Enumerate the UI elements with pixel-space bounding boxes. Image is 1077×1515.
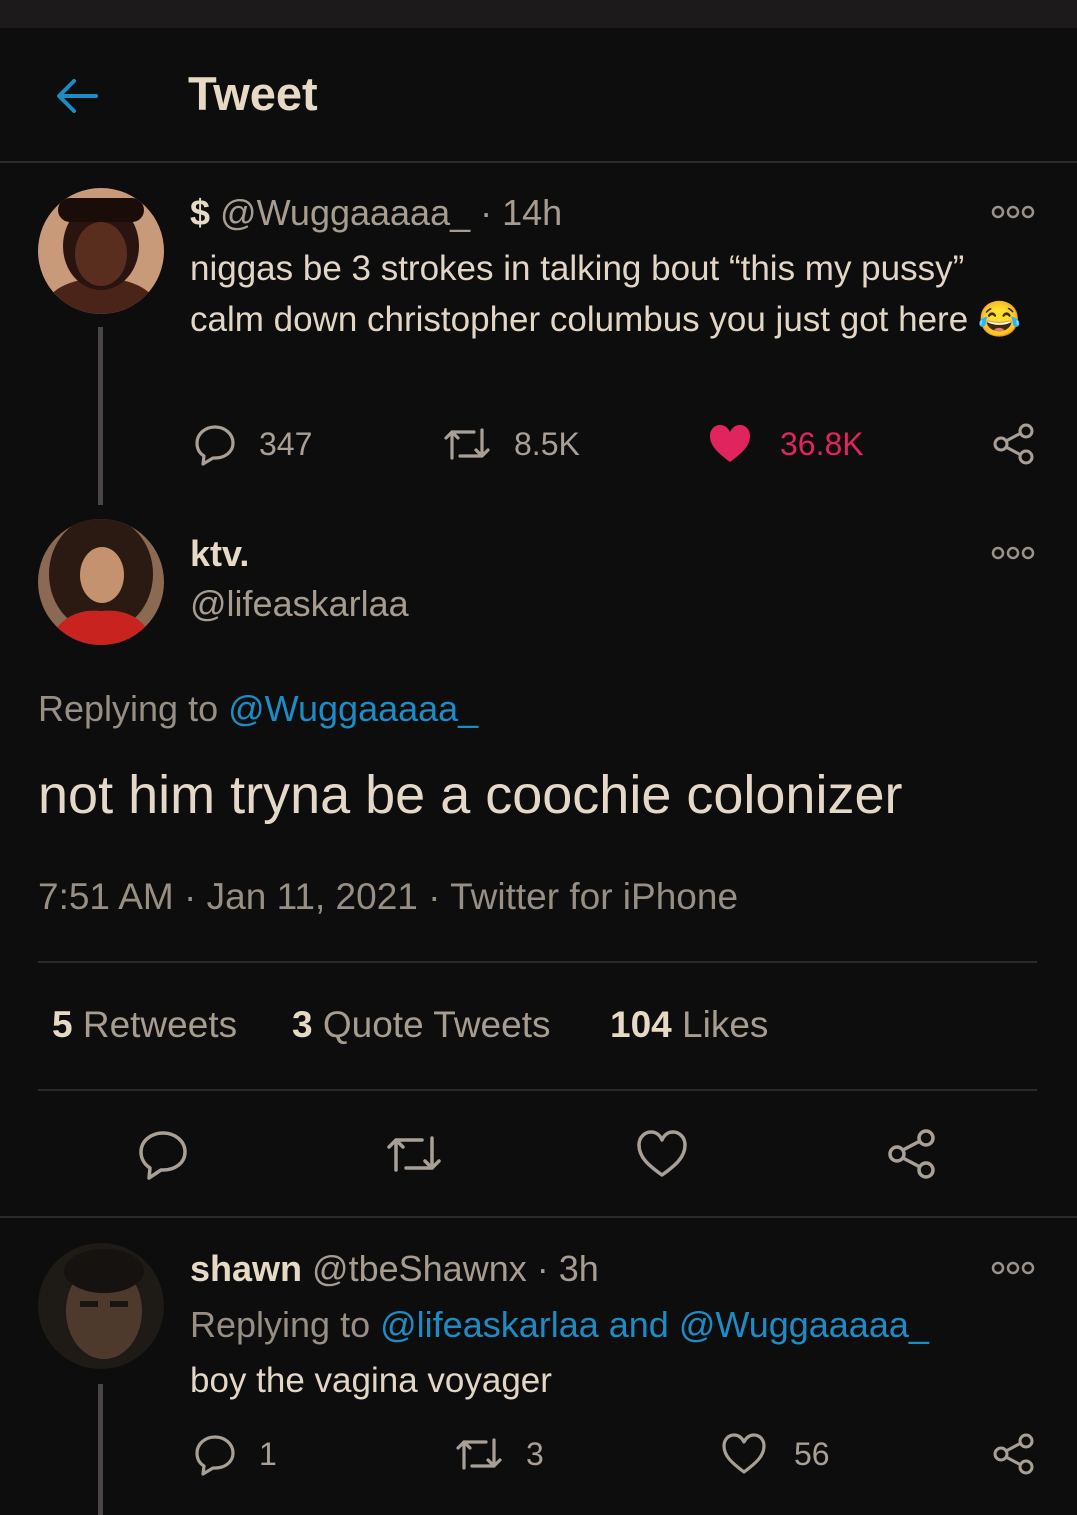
- date: Jan 11, 2021: [206, 876, 418, 917]
- quote-tweets-stat[interactable]: 3 Quote Tweets: [292, 1004, 550, 1046]
- display-name[interactable]: shawn: [190, 1248, 302, 1289]
- retweets-label: Retweets: [82, 1004, 238, 1045]
- display-name[interactable]: ktv.: [190, 533, 249, 575]
- like-count: 56: [794, 1435, 830, 1472]
- reply-icon[interactable]: [137, 1128, 189, 1180]
- separator: ·: [428, 876, 441, 917]
- quotes-count: 3: [292, 1004, 313, 1045]
- heart-icon[interactable]: [636, 1128, 688, 1180]
- main-tweet-text: not him tryna be a coochie colonizer: [38, 765, 903, 825]
- likes-count: 104: [610, 1004, 672, 1045]
- more-options-icon[interactable]: [990, 204, 1036, 220]
- tweet-header: shawn @tbeShawnx · 3h: [190, 1248, 599, 1290]
- like-button[interactable]: 56: [722, 1432, 830, 1476]
- heart-filled-icon: [710, 425, 750, 462]
- retweet-icon[interactable]: [384, 1128, 444, 1180]
- likes-stat[interactable]: 104 Likes: [610, 1004, 768, 1046]
- retweet-count: 3: [526, 1435, 544, 1472]
- tweet-body: niggas be 3 strokes in talking bout “thi…: [190, 249, 969, 339]
- replying-to: Replying to @Wuggaaaaa_: [38, 688, 478, 730]
- retweet-button[interactable]: 3: [454, 1432, 544, 1476]
- retweet-button[interactable]: 8.5K: [442, 422, 580, 466]
- reply-button[interactable]: 347: [193, 422, 312, 466]
- retweet-count: 8.5K: [514, 425, 580, 462]
- share-icon[interactable]: [992, 1432, 1036, 1476]
- replying-to: Replying to @lifeaskarlaa and @Wuggaaaaa…: [190, 1304, 929, 1346]
- thread-line: [98, 1384, 103, 1515]
- thread-line: [98, 327, 103, 505]
- reply-icon: [195, 425, 235, 466]
- handle[interactable]: @Wuggaaaaa_: [220, 192, 470, 233]
- reply-icon: [195, 1435, 235, 1476]
- back-arrow-icon[interactable]: [52, 76, 100, 116]
- retweets-stat[interactable]: 5 Retweets: [52, 1004, 237, 1046]
- retweets-count: 5: [52, 1004, 73, 1045]
- likes-label: Likes: [682, 1004, 769, 1045]
- share-icon[interactable]: [992, 422, 1036, 466]
- more-options-icon[interactable]: [990, 1260, 1036, 1276]
- tweet-text: niggas be 3 strokes in talking bout “thi…: [190, 243, 1040, 345]
- reply-count: 347: [259, 425, 313, 462]
- reply-button[interactable]: 1: [193, 1432, 277, 1476]
- avatar[interactable]: [38, 188, 164, 314]
- like-button[interactable]: 36.8K: [708, 422, 864, 466]
- replying-to-link[interactable]: @Wuggaaaaa_: [228, 688, 478, 729]
- handle[interactable]: @lifeaskarlaa: [190, 583, 409, 625]
- retweet-icon: [456, 1438, 502, 1470]
- timestamp[interactable]: · 14h: [480, 192, 562, 233]
- quotes-label: Quote Tweets: [322, 1004, 551, 1045]
- heart-icon: [722, 1433, 766, 1474]
- separator: ·: [184, 876, 197, 917]
- reply-count: 1: [259, 1435, 277, 1472]
- tweet-text: boy the vagina voyager: [190, 1361, 552, 1400]
- avatar[interactable]: [38, 1243, 164, 1369]
- handle[interactable]: @tbeShawnx: [312, 1248, 527, 1289]
- retweet-icon: [444, 428, 490, 460]
- avatar[interactable]: [38, 519, 164, 645]
- top-bar: Tweet: [0, 28, 1077, 163]
- replying-to-link[interactable]: @lifeaskarlaa and @Wuggaaaaa_: [380, 1304, 929, 1345]
- time: 7:51 AM: [38, 876, 174, 917]
- divider: [38, 961, 1037, 963]
- share-icon[interactable]: [886, 1128, 938, 1180]
- replying-label: Replying to: [190, 1304, 371, 1345]
- tweet-meta: 7:51 AM · Jan 11, 2021 · Twitter for iPh…: [38, 876, 738, 918]
- timestamp[interactable]: · 3h: [537, 1248, 599, 1289]
- status-bar: [0, 0, 1077, 28]
- replying-label: Replying to: [38, 688, 219, 729]
- more-options-icon[interactable]: [990, 545, 1036, 561]
- page-title: Tweet: [188, 67, 318, 120]
- divider: [0, 1216, 1077, 1218]
- tweet-header: $ @Wuggaaaaa_ · 14h: [190, 192, 562, 234]
- display-name[interactable]: $: [190, 192, 210, 233]
- divider: [38, 1089, 1037, 1091]
- like-count: 36.8K: [780, 425, 864, 462]
- source[interactable]: Twitter for iPhone: [450, 876, 738, 917]
- laughing-crying-emoji: 😂: [977, 300, 1022, 339]
